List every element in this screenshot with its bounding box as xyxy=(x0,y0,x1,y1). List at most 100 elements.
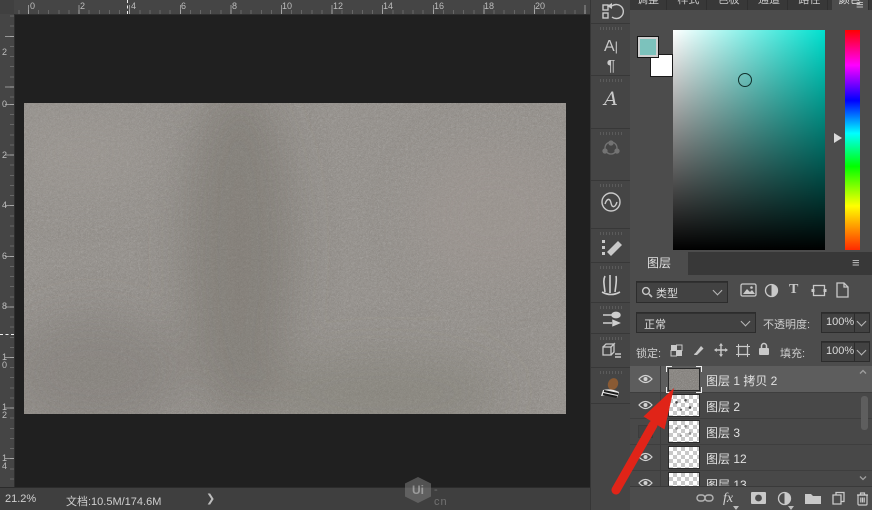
ruler-number: 2 xyxy=(80,2,85,11)
layer-row[interactable]: 图层 12 xyxy=(630,444,872,471)
history-panel-icon[interactable] xyxy=(591,2,631,22)
chevron-down-icon xyxy=(741,317,751,327)
ruler-number: 16 xyxy=(434,2,444,11)
ruler-number: 12 xyxy=(333,2,343,11)
add-layer-mask-icon[interactable] xyxy=(750,491,768,507)
libraries-panel-icon[interactable] xyxy=(591,191,631,213)
scrollbar-thumb[interactable] xyxy=(861,396,868,430)
filter-shape-layers-icon[interactable] xyxy=(811,283,827,298)
layer-thumbnail[interactable] xyxy=(668,472,700,486)
ruler-number: 8 xyxy=(232,2,237,11)
tool-presets-panel-icon[interactable] xyxy=(591,308,631,330)
visibility-toggle[interactable] xyxy=(630,418,661,444)
lock-artboard-icon[interactable] xyxy=(736,344,750,357)
layer-row[interactable]: 图层 1 拷贝 2 xyxy=(630,366,872,393)
lock-position-icon[interactable] xyxy=(714,343,728,357)
layer-row[interactable]: 图层 3 xyxy=(630,418,872,445)
layer-list: 图层 1 拷贝 2 图层 2 图层 3 xyxy=(630,366,872,486)
lock-pixels-icon[interactable] xyxy=(692,343,706,357)
color-swatch-panel-icon[interactable] xyxy=(591,376,631,400)
opacity-value-field[interactable]: 100% xyxy=(821,312,856,333)
tab-channels[interactable]: 通道 xyxy=(751,0,788,10)
status-expand-chevron[interactable]: ❯ xyxy=(206,492,215,505)
ruler-number: 14 xyxy=(2,454,11,470)
color-field-cursor[interactable] xyxy=(738,73,752,87)
color-panel-tabstrip: 调整 样式 色板 通道 路径 颜色 xyxy=(630,0,872,10)
tab-paths[interactable]: 路径 xyxy=(791,0,828,10)
new-group-icon[interactable] xyxy=(804,491,822,507)
new-layer-icon[interactable] xyxy=(831,491,849,507)
scroll-down-arrow[interactable] xyxy=(859,474,867,482)
hue-slider-pointer[interactable] xyxy=(834,133,842,143)
document-size-info: 文档:10.5M/174.6M xyxy=(66,493,161,509)
visibility-toggle[interactable] xyxy=(630,470,661,486)
concrete-texture xyxy=(24,103,566,414)
hue-slider[interactable] xyxy=(845,30,860,250)
saturation-brightness-field[interactable] xyxy=(673,30,825,250)
adjustment-dropdown-arrow xyxy=(788,506,794,510)
layer-thumbnail[interactable] xyxy=(668,368,700,391)
layers-panel-menu-icon[interactable]: ≡ xyxy=(852,258,860,268)
tab-adjustments[interactable]: 调整 xyxy=(630,0,667,10)
adjustment-layer-icon[interactable] xyxy=(777,491,795,507)
layer-thumbnail[interactable] xyxy=(668,446,700,469)
fill-label: 填充: xyxy=(780,345,805,361)
layer-name[interactable]: 图层 3 xyxy=(706,424,740,441)
filter-smart-objects-icon[interactable] xyxy=(835,282,849,298)
opacity-scrubber[interactable] xyxy=(854,312,870,333)
foreground-color-swatch[interactable] xyxy=(637,36,659,58)
layer-name[interactable]: 图层 13 xyxy=(706,476,747,486)
filter-kind-dropdown[interactable]: 类型 xyxy=(636,281,728,303)
ruler-number: 4 xyxy=(2,201,11,209)
zoom-level-field[interactable]: 21.2% xyxy=(5,493,36,505)
brushes-panel-icon[interactable] xyxy=(591,272,631,296)
filter-type-layers-icon[interactable]: T xyxy=(789,282,798,298)
visibility-toggle[interactable] xyxy=(630,366,661,392)
link-layers-icon[interactable] xyxy=(696,491,714,507)
layer-thumbnail[interactable] xyxy=(668,394,700,417)
paragraph-panel-icon[interactable]: ¶ xyxy=(591,58,631,76)
layer-name[interactable]: 图层 2 xyxy=(706,398,740,415)
fill-value-field[interactable]: 100% xyxy=(821,341,856,362)
properties-3d-panel-icon[interactable] xyxy=(591,341,631,363)
tab-layers[interactable]: 图层 xyxy=(630,252,688,275)
scroll-up-arrow[interactable] xyxy=(859,368,867,376)
character-panel-icon[interactable]: A| xyxy=(591,38,631,56)
layer-row[interactable]: 图层 13 xyxy=(630,470,872,486)
filter-pixel-layers-icon[interactable] xyxy=(740,283,757,298)
layer-row[interactable]: 图层 2 xyxy=(630,392,872,419)
brush-settings-panel-icon[interactable] xyxy=(591,236,631,258)
document-image[interactable] xyxy=(24,103,566,414)
tab-styles[interactable]: 样式 xyxy=(670,0,707,10)
fill-value: 100% xyxy=(826,345,854,357)
layer-name[interactable]: 图层 12 xyxy=(706,450,747,467)
panel-dock: A| ¶ A xyxy=(590,0,631,510)
ruler-number: 18 xyxy=(484,2,494,11)
ruler-origin-box[interactable] xyxy=(0,0,15,15)
ruler-number: 12 xyxy=(2,403,11,419)
fill-scrubber[interactable] xyxy=(854,341,870,362)
layer-name[interactable]: 图层 1 拷贝 2 xyxy=(706,372,777,389)
lock-all-icon[interactable] xyxy=(758,342,770,356)
ruler-number: 0 xyxy=(2,100,11,108)
ruler-number: 8 xyxy=(2,302,11,310)
delete-layer-icon[interactable] xyxy=(856,491,872,507)
tab-swatches[interactable]: 色板 xyxy=(711,0,748,10)
lock-label: 锁定: xyxy=(636,345,661,361)
ruler-cursor-indicator xyxy=(0,334,14,335)
layer-style-fx-icon[interactable]: fx xyxy=(723,491,741,507)
filter-adjustment-layers-icon[interactable] xyxy=(764,283,779,298)
glyphs-panel-icon[interactable]: A xyxy=(591,88,631,110)
blend-mode-dropdown[interactable]: 正常 xyxy=(636,312,756,333)
nodes-panel-icon[interactable] xyxy=(591,138,631,158)
lock-transparency-icon[interactable] xyxy=(670,344,683,357)
layer-thumbnail[interactable] xyxy=(668,420,700,443)
horizontal-ruler: 0 2 4 6 8 10 12 14 16 18 20 xyxy=(14,0,590,15)
layers-panel-tabbar: 图层 ≡ xyxy=(630,252,872,275)
visibility-toggle[interactable] xyxy=(630,444,661,470)
eye-icon xyxy=(638,478,653,486)
visibility-toggle[interactable] xyxy=(630,392,661,418)
color-panel-menu-icon[interactable]: ≡ xyxy=(856,0,864,10)
search-icon xyxy=(641,286,653,298)
status-bar: 21.2% 文档:10.5M/174.6M ❯ xyxy=(0,487,590,510)
